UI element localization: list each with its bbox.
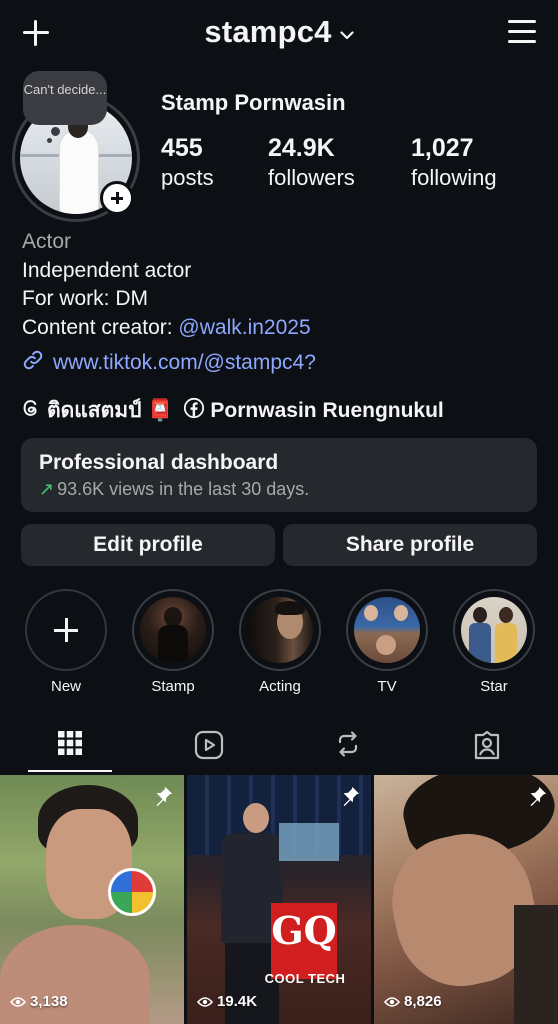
bio-category: Actor [22,230,72,253]
bio-mention-link[interactable]: @walk.in2025 [178,316,310,339]
chevron-down-icon [339,12,354,48]
stat-following[interactable]: 1,027 following [411,132,497,192]
account-switcher[interactable]: stampc4 [0,14,558,52]
channel-logo [108,868,156,916]
stat-posts[interactable]: 455 posts [161,132,214,192]
stat-label: following [411,165,497,190]
bio: Actor Independent actor For work: DM Con… [22,228,311,342]
bio-creator-prefix: Content creator: [22,315,179,339]
post-tile[interactable]: 3,138 [0,775,184,1024]
eye-icon [10,996,26,1007]
stat-value: 24.9K [268,134,335,162]
highlight-new[interactable]: New [25,589,107,695]
note-dot [47,138,52,143]
repost-icon [338,731,357,757]
dashboard-subtitle-text: 93.6K views in the last 30 days. [57,479,310,499]
highlight-tv[interactable]: TV [346,589,428,695]
posts-grid: 3,138 GQ COOL TECH 19.4K 8,826 [0,775,558,1024]
highlight-cover [461,597,527,663]
link-icon [22,349,53,377]
stat-label: posts [161,165,214,190]
threads-link[interactable]: ติดแสตมป์ 📮 [47,394,173,427]
profile-link-text: www.tiktok.com/@stampc4? [53,351,316,374]
hamburger-menu-icon[interactable] [508,20,536,44]
highlight-stamp[interactable]: Stamp [132,589,214,695]
threads-icon[interactable] [20,397,42,425]
tab-tagged[interactable] [417,722,556,774]
tab-reposts[interactable] [278,722,417,774]
professional-dashboard[interactable]: Professional dashboard ↗ 93.6K views in t… [21,438,537,512]
eye-icon [197,996,213,1007]
pin-icon [152,785,174,812]
post-tile[interactable]: GQ COOL TECH 19.4K [187,775,371,1024]
bio-line: Content creator: @walk.in2025 [22,314,311,343]
highlight-cover [354,597,420,663]
top-bar: stampc4 [0,0,558,66]
pin-icon [526,785,548,812]
note-text: Can't decide... [23,82,107,97]
reels-icon [194,730,223,760]
post-views-count: 8,826 [404,993,442,1010]
post-views: 3,138 [10,993,68,1010]
stat-label: followers [268,165,355,190]
trend-up-icon: ↗ [39,479,55,499]
stat-value: 1,027 [411,134,474,162]
post-views: 8,826 [384,993,442,1010]
highlight-label: Star [480,678,508,695]
tab-reels[interactable] [139,722,278,774]
facebook-icon[interactable] [183,397,205,425]
share-profile-button[interactable]: Share profile [283,524,537,566]
stat-value: 455 [161,134,203,162]
highlight-label: Acting [259,678,301,695]
highlight-star[interactable]: Star [453,589,535,695]
tagged-icon [474,730,499,760]
dashboard-subtitle: ↗ 93.6K views in the last 30 days. [39,476,519,502]
tab-grid[interactable] [0,722,139,774]
profile-tabs [0,722,558,774]
note-bubble[interactable]: Can't decide... [23,71,107,125]
logo-text: GQ [271,908,337,953]
add-story-icon[interactable] [100,181,134,215]
post-views: 19.4K [197,993,257,1010]
profile-link[interactable]: www.tiktok.com/@stampc4? [22,349,316,377]
pin-icon [339,785,361,812]
stat-followers[interactable]: 24.9K followers [268,132,355,192]
display-name: Stamp Pornwasin [161,90,346,115]
facebook-link[interactable]: Pornwasin Ruengnukul [210,399,443,423]
plus-icon [25,589,107,671]
dashboard-title: Professional dashboard [39,451,279,474]
highlight-label: Stamp [151,678,195,695]
highlight-label: New [50,678,81,695]
highlight-acting[interactable]: Acting [239,589,321,695]
active-tab-indicator [28,770,112,772]
bio-line: For work: DM [22,287,148,310]
edit-profile-button[interactable]: Edit profile [21,524,275,566]
username: stampc4 [204,14,332,49]
grid-icon [57,731,82,755]
social-links: ติดแสตมป์ 📮 Pornwasin Ruengnukul [20,394,444,427]
post-views-count: 19.4K [217,993,258,1010]
highlight-cover [140,597,206,663]
highlight-cover [247,597,313,663]
post-tile[interactable]: 8,826 [374,775,558,1024]
bio-line: Independent actor [22,258,192,282]
note-dot [51,127,60,136]
highlight-label: TV [377,678,397,695]
logo-subtext: COOL TECH [264,971,346,986]
magazine-logo: GQ [271,903,337,979]
eye-icon [384,996,400,1007]
post-views-count: 3,138 [30,993,68,1010]
